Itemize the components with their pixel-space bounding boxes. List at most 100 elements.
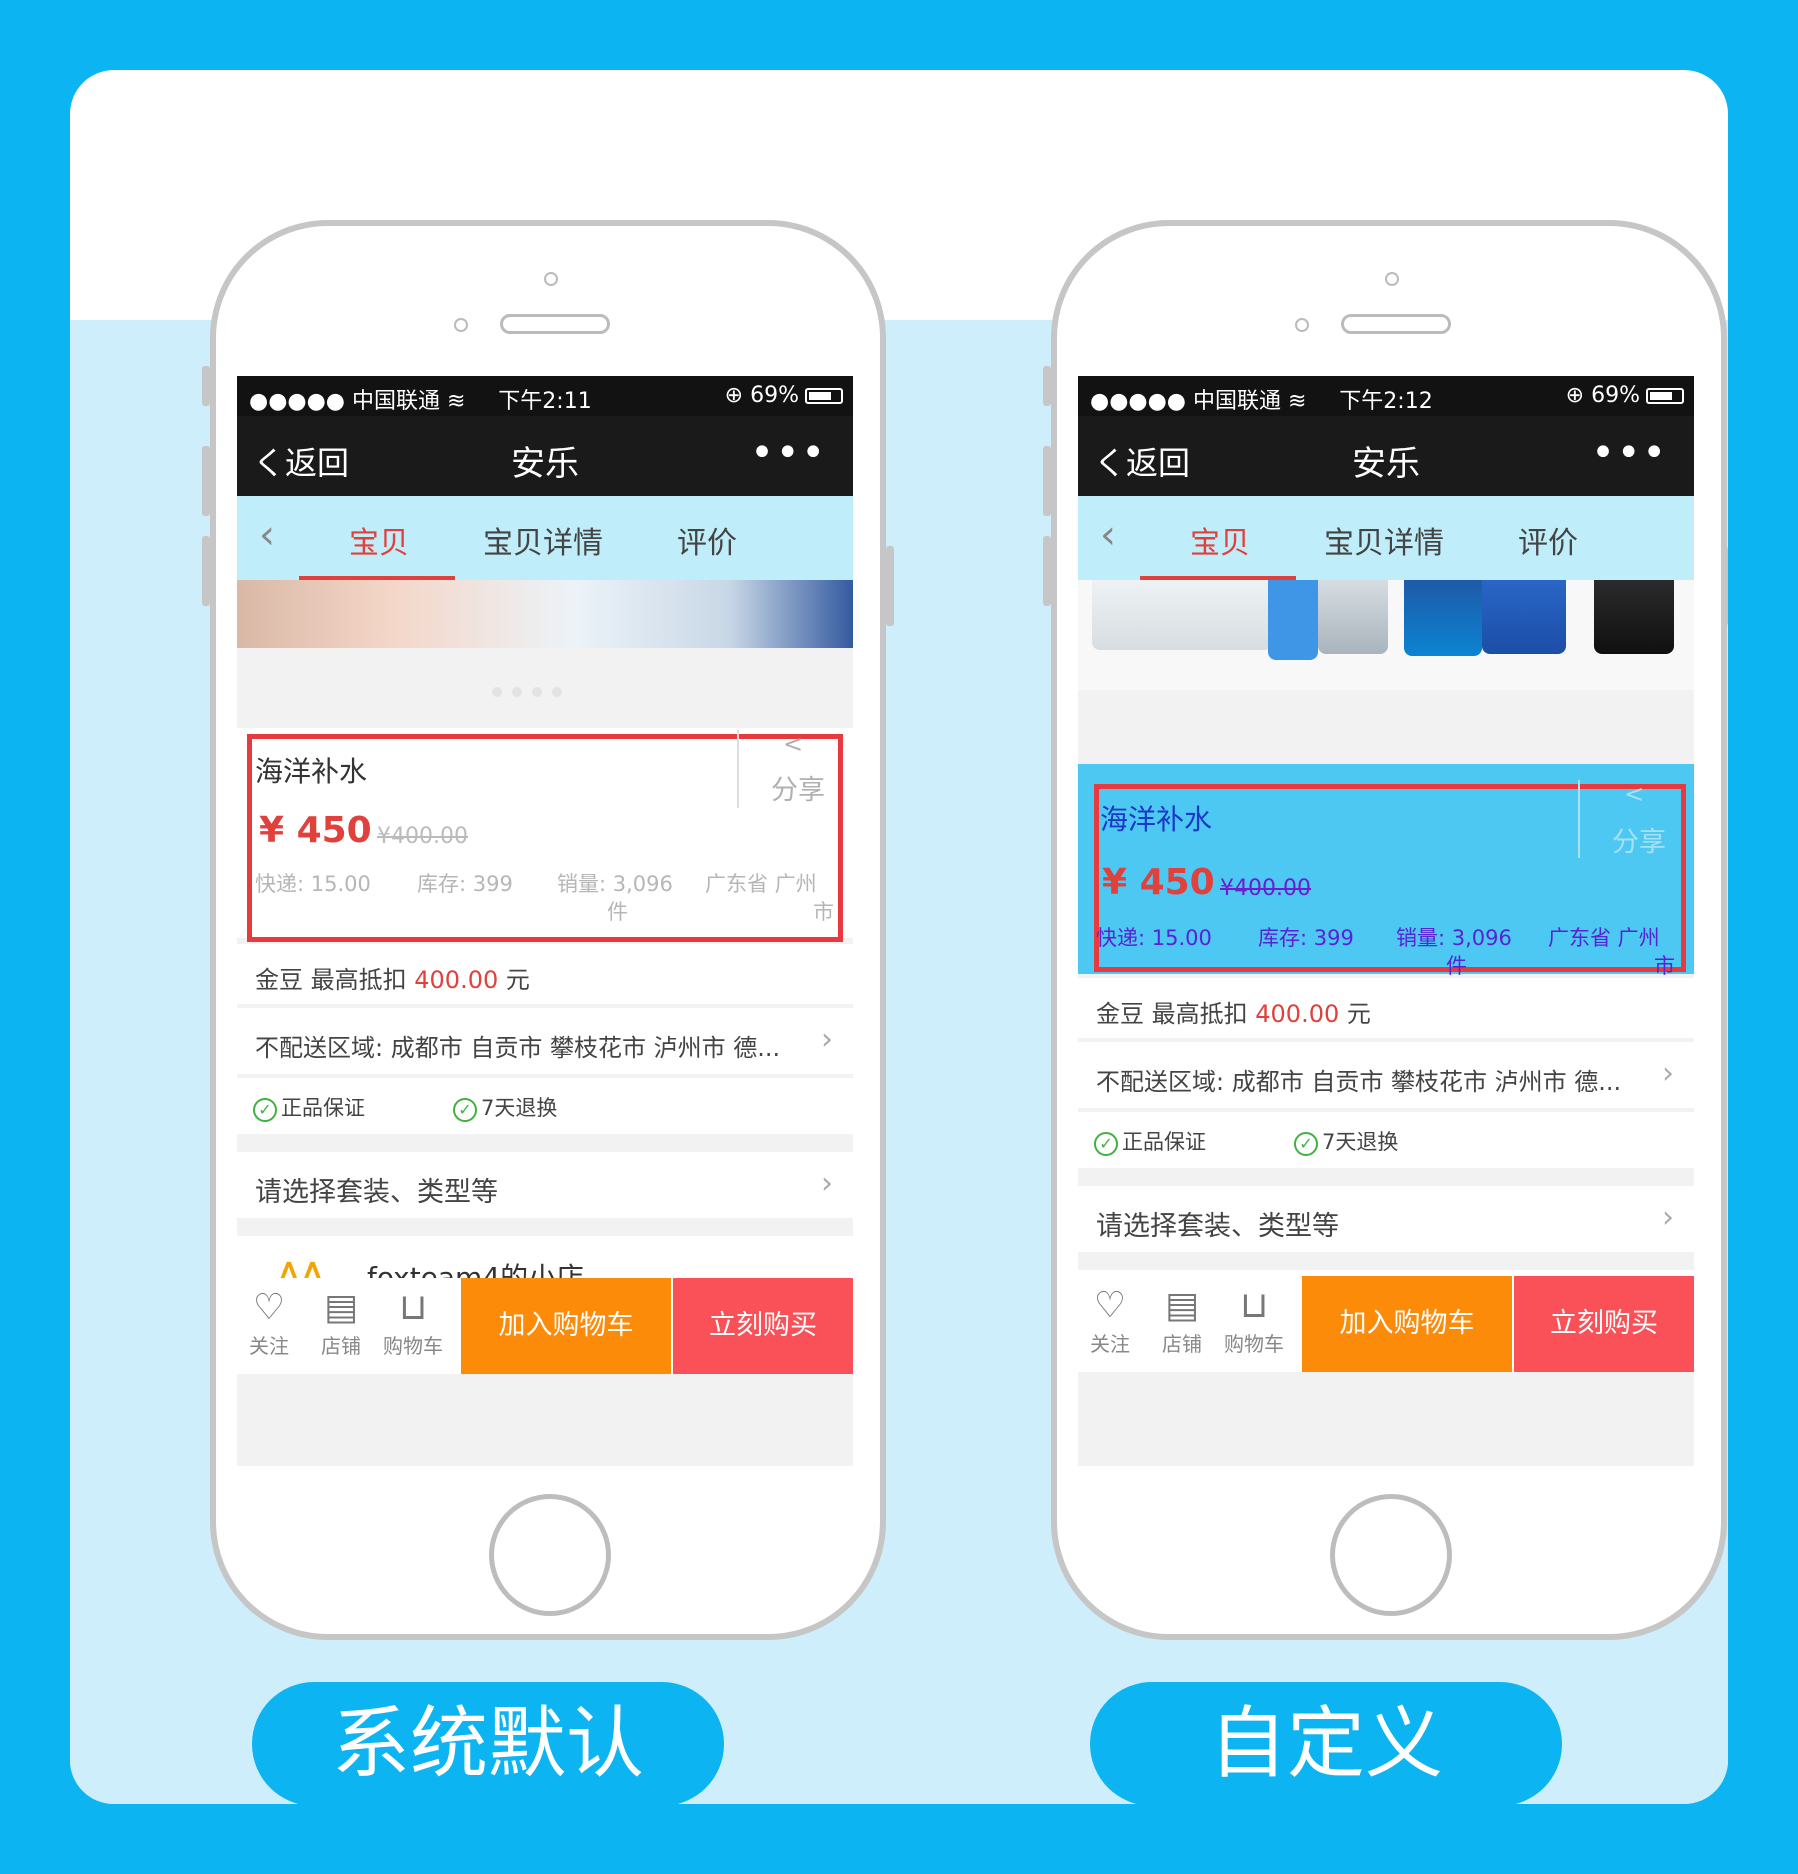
home-button (1330, 1494, 1452, 1616)
product-metas: 快递: 15.00 库存: 399 销量: 3,096 件 广东省 广州 市 (1096, 922, 1676, 982)
nav-bar: く返回 安乐 ••• (1078, 416, 1694, 496)
share-icon[interactable]: < (783, 730, 803, 758)
front-camera (1295, 318, 1309, 332)
shipping-fee: 快递: 15.00 (255, 872, 371, 896)
beans-unit: 元 (498, 966, 530, 994)
divider (1578, 780, 1580, 858)
tab-detail[interactable]: 宝贝详情 (483, 518, 603, 562)
cart-button[interactable]: ⊔ 购物车 (1222, 1284, 1286, 1357)
phone-screen: ●●●●● 中国联通 ≋ 下午2:11 ⊕ 69% く返回 安乐 ••• ‹ 宝… (237, 376, 853, 1466)
buy-now-button[interactable]: 立刻购买 (1514, 1276, 1694, 1372)
badge-returns: ✓ 7天退换 (1294, 1126, 1398, 1156)
no-delivery-text: 不配送区域: 成都市 自贡市 攀枝花市 泸州市 德... (1096, 1068, 1622, 1096)
add-to-cart-button[interactable]: 加入购物车 (1302, 1276, 1512, 1372)
select-spec-text: 请选择套装、类型等 (1096, 1211, 1339, 1242)
no-delivery-row[interactable]: 不配送区域: 成都市 自贡市 攀枝花市 泸州市 德... › (237, 1008, 853, 1074)
tab-detail[interactable]: 宝贝详情 (1324, 518, 1444, 562)
proximity-sensor (544, 272, 558, 286)
tab-item[interactable]: 宝贝 (1190, 518, 1250, 562)
no-delivery-row[interactable]: 不配送区域: 成都市 自贡市 攀枝花市 泸州市 德... › (1078, 1042, 1694, 1108)
select-spec-row[interactable]: 请选择套装、类型等 › (1078, 1186, 1694, 1252)
cart-button[interactable]: ⊔ 购物车 (381, 1286, 445, 1359)
buy-now-button[interactable]: 立刻购买 (673, 1278, 853, 1374)
badge-returns: ✓ 7天退换 (453, 1092, 557, 1122)
product-bottle (1404, 580, 1482, 656)
mute-switch (202, 366, 210, 406)
beans-label: 金豆 最高抵扣 (255, 966, 415, 994)
follow-button[interactable]: ♡ 关注 (237, 1286, 301, 1359)
phone-mockup-custom: ●●●●● 中国联通 ≋ 下午2:12 ⊕ 69% く返回 安乐 ••• ‹ 宝… (1043, 220, 1728, 1640)
seller-city: 市 (1654, 954, 1675, 978)
product-price: ¥ 450 (259, 810, 372, 851)
battery-icon (805, 388, 843, 404)
badge-authentic: ✓ 正品保证 (253, 1092, 365, 1122)
check-circle-icon: ✓ (1094, 1132, 1118, 1156)
caption-default: 系统默认 (252, 1682, 724, 1804)
select-spec-text: 请选择套装、类型等 (255, 1177, 498, 1208)
cart-icon: ⊔ (1239, 1285, 1269, 1326)
original-price: ¥400.00 (377, 824, 468, 849)
more-icon[interactable]: ••• (750, 430, 827, 476)
store-button[interactable]: ▤ 店铺 (1150, 1284, 1214, 1357)
heart-icon: ♡ (1093, 1285, 1127, 1326)
product-info: 海洋补水 < 分享 ¥ 450 ¥400.00 快递: 15.00 库存: 39… (237, 728, 853, 942)
product-banner-image[interactable] (237, 580, 853, 648)
follow-button[interactable]: ♡ 关注 (1078, 1284, 1142, 1357)
product-name: 海洋补水 (1100, 803, 1213, 836)
share-icon[interactable]: < (1624, 780, 1644, 808)
carousel-dots[interactable] (487, 682, 567, 701)
chevron-left-icon[interactable]: ‹ (259, 512, 275, 558)
earpiece-speaker (500, 314, 610, 334)
tab-bar: ‹ 宝贝 宝贝详情 评价 (1078, 496, 1694, 580)
power-button (1727, 546, 1728, 626)
phone-mockup-default: ●●●●● 中国联通 ≋ 下午2:11 ⊕ 69% く返回 安乐 ••• ‹ 宝… (202, 220, 894, 1640)
battery-icon (1646, 388, 1684, 404)
caption-custom: 自定义 (1090, 1682, 1562, 1804)
more-icon[interactable]: ••• (1591, 430, 1668, 476)
store-icon: ▤ (1164, 1285, 1199, 1326)
check-circle-icon: ✓ (1294, 1132, 1318, 1156)
shipping-fee: 快递: 15.00 (1096, 926, 1212, 950)
seller-region: 广东省 广州 (705, 872, 817, 896)
tab-item[interactable]: 宝贝 (349, 518, 409, 562)
beans-unit: 元 (1339, 1000, 1371, 1028)
content-card: ●●●●● 中国联通 ≋ 下午2:11 ⊕ 69% く返回 安乐 ••• ‹ 宝… (70, 70, 1728, 1804)
select-spec-row[interactable]: 请选择套装、类型等 › (237, 1152, 853, 1218)
tab-reviews[interactable]: 评价 (1518, 518, 1578, 562)
beans-row: 金豆 最高抵扣 400.00 元 (1078, 978, 1694, 1038)
cart-icon: ⊔ (398, 1287, 428, 1328)
product-metas: 快递: 15.00 库存: 399 销量: 3,096 件 广东省 广州 市 (255, 868, 835, 928)
seller-region: 广东省 广州 (1548, 926, 1660, 950)
check-circle-icon: ✓ (453, 1098, 477, 1122)
tab-reviews[interactable]: 评价 (677, 518, 737, 562)
sales-unit: 件 (607, 900, 628, 924)
stock-count: 库存: 399 (417, 872, 513, 896)
product-price: ¥ 450 (1102, 862, 1215, 903)
power-button (886, 546, 894, 626)
share-button[interactable]: 分享 (1612, 820, 1666, 859)
front-camera (454, 318, 468, 332)
volume-up-button (202, 446, 210, 516)
product-bottle (1482, 580, 1566, 654)
add-to-cart-button[interactable]: 加入购物车 (461, 1278, 671, 1374)
bottom-action-bar: ♡ 关注 ▤ 店铺 ⊔ 购物车 加入购物车 立刻购买 (237, 1278, 853, 1374)
carousel-area (237, 648, 853, 714)
chevron-right-icon: › (821, 1022, 833, 1057)
guarantee-row: ✓ 正品保证 ✓ 7天退换 (1078, 1112, 1694, 1168)
share-button[interactable]: 分享 (771, 768, 825, 807)
product-bottle (1092, 580, 1272, 650)
volume-up-button (1043, 446, 1051, 516)
beans-amount: 400.00 (1255, 1000, 1340, 1028)
sales-count: 销量: 3,096 (557, 872, 673, 896)
stock-count: 库存: 399 (1258, 926, 1354, 950)
mute-switch (1043, 366, 1051, 406)
store-icon: ▤ (323, 1287, 358, 1328)
seller-city: 市 (813, 900, 834, 924)
earpiece-speaker (1341, 314, 1451, 334)
store-button[interactable]: ▤ 店铺 (309, 1286, 373, 1359)
product-banner-image[interactable] (1078, 580, 1694, 690)
beans-amount: 400.00 (414, 966, 499, 994)
chevron-left-icon[interactable]: ‹ (1100, 512, 1116, 558)
sales-unit: 件 (1446, 954, 1467, 978)
check-circle-icon: ✓ (253, 1098, 277, 1122)
